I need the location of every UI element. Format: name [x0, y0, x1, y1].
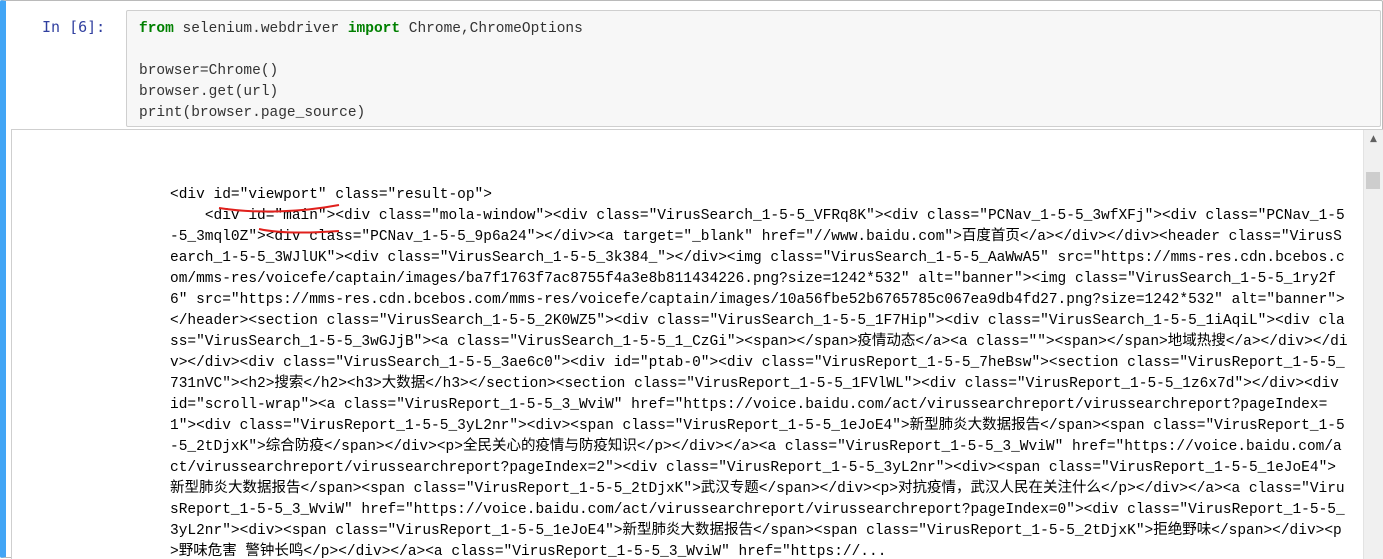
- code-line-4: print(browser.page_source): [139, 105, 366, 121]
- code-text[interactable]: from selenium.webdriver import Chrome,Ch…: [139, 19, 583, 124]
- output-area[interactable]: <div id="viewport" class="result-op"> <d…: [11, 129, 1383, 559]
- keyword-from: from: [139, 21, 174, 37]
- code-line-3: browser.get(url): [139, 84, 279, 100]
- input-prompt: In [6]:: [42, 18, 106, 36]
- scroll-up-icon[interactable]: ▲: [1364, 132, 1383, 146]
- red-underline-annotation: [218, 204, 340, 234]
- import-names: Chrome,ChromeOptions: [400, 21, 583, 37]
- code-editor[interactable]: from selenium.webdriver import Chrome,Ch…: [126, 10, 1381, 127]
- notebook-cell[interactable]: In [6]: from selenium.webdriver import C…: [0, 0, 1383, 559]
- output-scrollbar[interactable]: ▲: [1363, 130, 1383, 559]
- keyword-import: import: [347, 21, 401, 37]
- module-name: selenium.webdriver: [173, 21, 348, 37]
- scroll-thumb[interactable]: [1366, 172, 1380, 189]
- code-line-2: browser=Chrome(): [139, 63, 279, 79]
